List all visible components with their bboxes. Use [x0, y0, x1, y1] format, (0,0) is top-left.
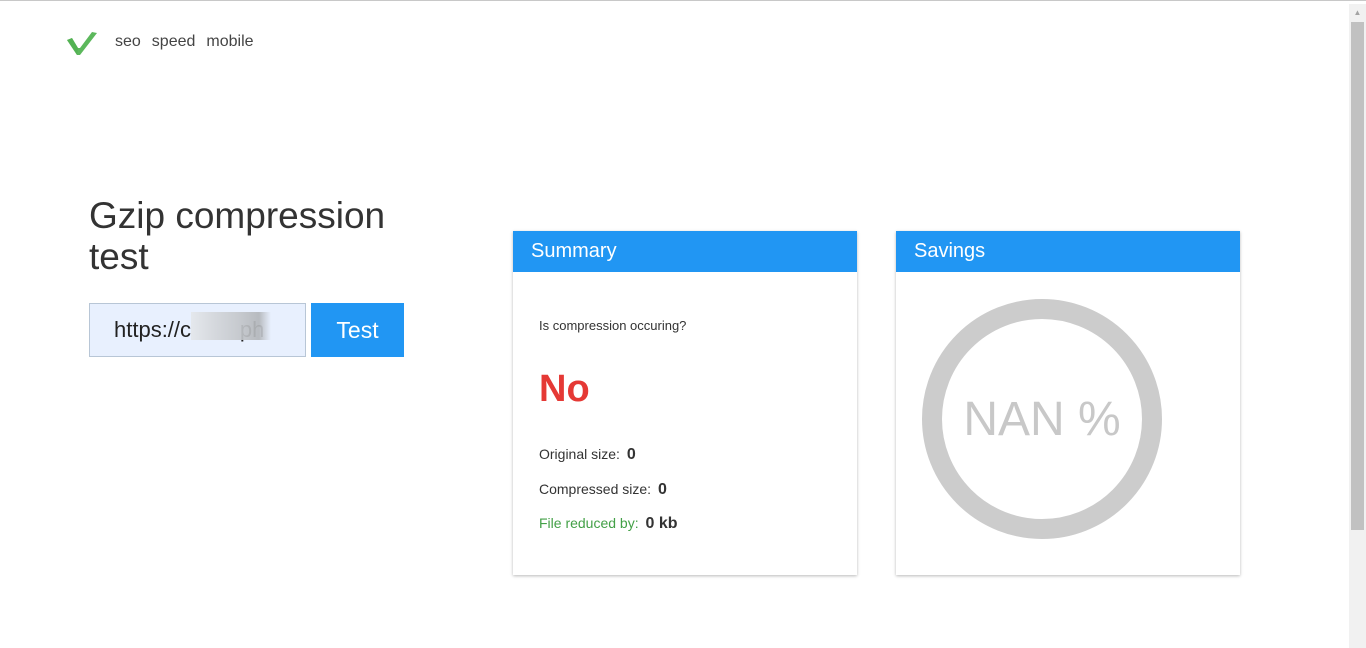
savings-card-header: Savings: [896, 231, 1240, 272]
scroll-up-arrow-icon[interactable]: ▲: [1349, 4, 1366, 21]
savings-percent: NAN %: [963, 392, 1121, 446]
nav-item-seo[interactable]: seo: [115, 33, 141, 51]
compressed-size-label: Compressed size:: [539, 481, 652, 497]
compression-answer: No: [539, 368, 590, 410]
nav-item-mobile[interactable]: mobile: [206, 33, 253, 51]
checkmark-logo-icon[interactable]: [66, 30, 98, 56]
page-title: Gzip compression test: [89, 194, 386, 277]
original-size-label: Original size:: [539, 446, 620, 462]
file-reduced-label: File reduced by:: [539, 515, 639, 531]
redacted-url-blur: [191, 312, 271, 340]
test-button[interactable]: Test: [311, 303, 404, 357]
original-size-row: Original size: 0: [539, 446, 636, 464]
summary-card-header: Summary: [513, 231, 857, 272]
original-size-value: 0: [626, 446, 636, 463]
savings-card: Savings NAN %: [896, 231, 1240, 575]
window-top-border: [0, 0, 1366, 3]
file-reduced-value: 0 kb: [645, 515, 678, 532]
compression-question: Is compression occuring?: [539, 318, 687, 333]
summary-card: Summary Is compression occuring? No Orig…: [513, 231, 857, 575]
scroll-thumb[interactable]: [1351, 22, 1364, 530]
compressed-size-value: 0: [657, 481, 667, 498]
top-nav: seo speed mobile: [115, 33, 254, 51]
compressed-size-row: Compressed size: 0: [539, 481, 667, 499]
vertical-scrollbar[interactable]: ▲: [1349, 4, 1366, 648]
nav-item-speed[interactable]: speed: [152, 33, 196, 51]
file-reduced-row: File reduced by: 0 kb: [539, 515, 678, 533]
